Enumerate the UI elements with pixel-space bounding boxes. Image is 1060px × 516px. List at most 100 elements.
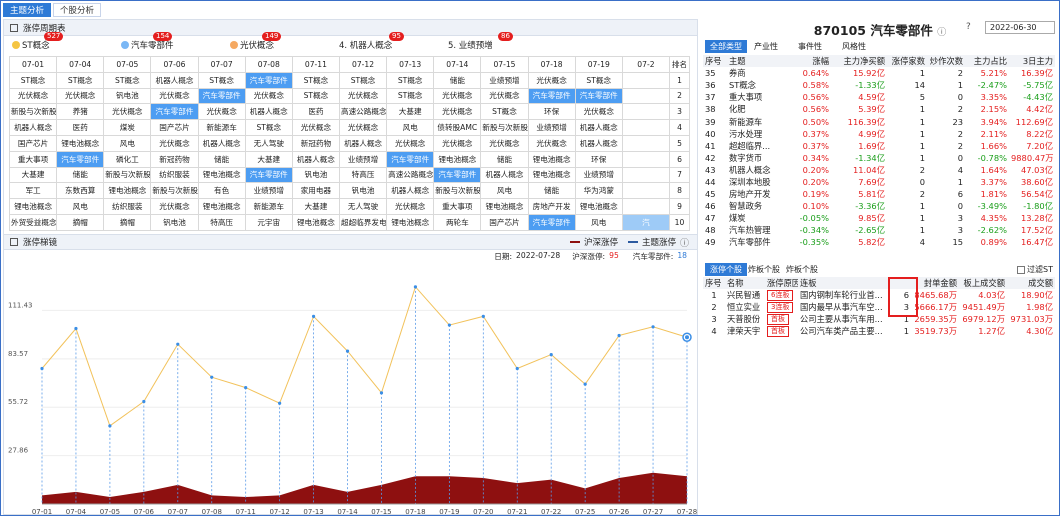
grid-cell[interactable]: 高速公路概念 bbox=[338, 103, 388, 121]
board-row[interactable]: 37 重大事项 0.56% 4.59亿 5 0 3.35% -4.43亿 bbox=[703, 91, 1055, 103]
grid-cell[interactable]: 储能 bbox=[433, 71, 482, 89]
grid-cell[interactable]: 汽车零部件 bbox=[386, 150, 435, 168]
grid-cell[interactable]: 业绩预增 bbox=[244, 182, 293, 200]
grid-cell[interactable]: 锂电池概念 bbox=[480, 198, 529, 215]
grid-cell[interactable]: ST概念 bbox=[386, 71, 435, 89]
theme-item[interactable]: 汽车零部件 154 bbox=[113, 32, 222, 51]
board-row[interactable]: 44 深圳本地股 0.20% 7.69亿 0 1 3.37% 38.60亿 bbox=[703, 176, 1055, 188]
grid-cell[interactable]: ST概念 bbox=[574, 71, 623, 89]
grid-cell[interactable]: 新冠药物 bbox=[291, 134, 340, 152]
grid-cell[interactable]: 环保 bbox=[574, 150, 623, 168]
grid-cell[interactable]: 光伏概念 bbox=[433, 134, 482, 152]
grid-cell[interactable]: 风电 bbox=[56, 198, 105, 215]
grid-cell[interactable]: 东数西算 bbox=[56, 182, 105, 200]
type-tab[interactable]: 风格性 bbox=[837, 40, 871, 53]
grid-cell[interactable]: 锂电池概念 bbox=[527, 150, 576, 168]
grid-cell[interactable]: 元宇宙 bbox=[244, 213, 293, 231]
grid-cell[interactable]: 汽车零部件 bbox=[527, 213, 576, 231]
grid-cell[interactable]: 机器人概念 bbox=[574, 134, 623, 152]
grid-cell[interactable]: ST概念 bbox=[338, 71, 388, 89]
grid-cell[interactable]: ST概念 bbox=[386, 87, 435, 105]
grid-cell[interactable]: 储能 bbox=[527, 182, 576, 200]
grid-cell[interactable]: 风电 bbox=[480, 182, 529, 200]
theme-item[interactable]: 光伏概念 149 bbox=[222, 32, 331, 51]
grid-cell[interactable]: 锂电池概念 bbox=[197, 198, 246, 215]
grid-cell[interactable]: 摘帽 bbox=[103, 213, 152, 231]
grid-date-header[interactable]: 07-05 bbox=[103, 56, 152, 73]
grid-date-header[interactable]: 07-19 bbox=[574, 56, 623, 73]
grid-cell[interactable]: 光伏概念 bbox=[433, 103, 482, 121]
grid-cell[interactable]: 汽车零部件 bbox=[56, 150, 105, 168]
grid-cell[interactable]: ST概念 bbox=[56, 71, 105, 89]
board-row[interactable]: 46 智慧政务 0.10% -3.36亿 1 0 -3.49% -1.80亿 bbox=[703, 200, 1055, 212]
grid-cell[interactable]: 煤炭 bbox=[103, 119, 152, 136]
grid-cell[interactable]: 风电 bbox=[386, 119, 435, 136]
grid-cell[interactable]: 汽 bbox=[621, 213, 671, 231]
grid-cell[interactable]: 外贸受益概念 bbox=[8, 213, 58, 231]
grid-cell[interactable]: 储能 bbox=[56, 166, 105, 184]
theme-item[interactable]: 4. 机器人概念 95 bbox=[331, 32, 440, 51]
grid-cell[interactable]: 锂电池概念 bbox=[8, 198, 58, 215]
board-header-cell[interactable]: 序号 bbox=[703, 55, 727, 67]
grid-cell[interactable]: 机器人概念 bbox=[338, 134, 388, 152]
grid-cell[interactable]: 风电 bbox=[103, 134, 152, 152]
stock-header-cell[interactable]: 板上成交额 bbox=[959, 277, 1007, 289]
grid-cell[interactable]: 大基建 bbox=[291, 198, 340, 215]
grid-cell[interactable]: 机器人概念 bbox=[150, 71, 199, 89]
grid-cell[interactable]: 机器人概念 bbox=[480, 166, 529, 184]
grid-cell[interactable]: 光伏概念 bbox=[150, 87, 199, 105]
grid-cell[interactable]: 风电 bbox=[574, 213, 623, 231]
grid-cell[interactable] bbox=[621, 198, 671, 215]
grid-cell[interactable]: 光伏概念 bbox=[480, 134, 529, 152]
tab-theme-analysis[interactable]: 主题分析 bbox=[3, 3, 52, 17]
grid-cell[interactable]: 摘帽 bbox=[56, 213, 105, 231]
stock-header-cell[interactable]: 名称 bbox=[725, 277, 765, 289]
grid-cell[interactable]: 重大事项 bbox=[8, 150, 58, 168]
grid-cell[interactable]: 光伏概念 bbox=[574, 103, 623, 121]
grid-cell[interactable]: ST概念 bbox=[291, 87, 340, 105]
board-row[interactable]: 47 煤炭 -0.05% 9.85亿 1 3 4.35% 13.28亿 bbox=[703, 212, 1055, 224]
grid-cell[interactable]: ST概念 bbox=[480, 103, 529, 121]
info-icon[interactable]: ⓘ bbox=[937, 28, 946, 38]
grid-cell[interactable]: 钒电池 bbox=[291, 166, 340, 184]
grid-cell[interactable]: 国产芯片 bbox=[150, 119, 199, 136]
grid-cell[interactable]: 汽车零部件 bbox=[527, 87, 576, 105]
grid-cell[interactable]: 光伏概念 bbox=[527, 134, 576, 152]
grid-cell[interactable]: 光伏概念 bbox=[386, 134, 435, 152]
grid-cell[interactable]: ST概念 bbox=[103, 71, 152, 89]
grid-cell[interactable]: 光伏概念 bbox=[150, 198, 199, 215]
board-row[interactable]: 35 券商 0.64% 15.92亿 1 2 5.21% 16.39亿 bbox=[703, 67, 1055, 79]
stock-row[interactable]: 2 恒立实业 3连板 国内最早从事汽车空... 3 5666.17万 9451.49万 1.9… bbox=[703, 301, 1055, 314]
grid-date-header[interactable]: 07-12 bbox=[338, 56, 388, 73]
grid-cell[interactable]: 汽车零部件 bbox=[197, 87, 246, 105]
grid-cell[interactable]: 锂电池概念 bbox=[574, 198, 623, 215]
grid-cell[interactable]: 债转股AMC bbox=[433, 119, 482, 136]
grid-cell[interactable]: 家用电器 bbox=[291, 182, 340, 200]
grid-date-header[interactable]: 07-01 bbox=[8, 56, 58, 73]
grid-cell[interactable]: 锂电池概念 bbox=[527, 166, 576, 184]
grid-cell[interactable]: 机器人概念 bbox=[8, 119, 58, 136]
grid-cell[interactable]: 纺织服装 bbox=[150, 166, 199, 184]
grid-cell[interactable]: 国产芯片 bbox=[8, 134, 58, 152]
grid-cell[interactable]: 锂电池概念 bbox=[291, 213, 340, 231]
grid-cell[interactable] bbox=[621, 87, 671, 105]
grid-cell[interactable]: 光伏概念 bbox=[244, 87, 293, 105]
grid-cell[interactable]: 特高压 bbox=[197, 213, 246, 231]
grid-cell[interactable]: 机器人概念 bbox=[291, 150, 340, 168]
stock-header-cell[interactable]: 序号 bbox=[703, 277, 725, 289]
tab-stock-analysis[interactable]: 个股分析 bbox=[53, 3, 102, 17]
grid-cell[interactable]: 锂电池概念 bbox=[56, 134, 105, 152]
board-row[interactable]: 42 数字货币 0.34% -1.34亿 1 0 -0.78% 9880.47万 bbox=[703, 152, 1055, 164]
grid-cell[interactable]: 机器人概念 bbox=[197, 134, 246, 152]
grid-cell[interactable] bbox=[621, 119, 671, 136]
grid-date-header[interactable]: 07-14 bbox=[433, 56, 482, 73]
stock-header-cell[interactable]: 封单金额 bbox=[911, 277, 959, 289]
grid-cell[interactable]: 业绩预增 bbox=[338, 150, 388, 168]
grid-cell[interactable]: 新股与次新股 bbox=[480, 119, 529, 136]
grid-date-header[interactable]: 07-04 bbox=[56, 56, 105, 73]
grid-cell[interactable]: 汽车零部件 bbox=[150, 103, 199, 121]
stock-row[interactable]: 4 津荣天宇 首板 公司汽车类产品主要... 1 3519.73万 1.27亿 4.30亿 bbox=[703, 325, 1055, 338]
filter-st-checkbox[interactable] bbox=[1017, 265, 1026, 274]
board-header-cell[interactable]: 3日主力 bbox=[1009, 55, 1055, 67]
grid-cell[interactable]: ST概念 bbox=[291, 71, 340, 89]
